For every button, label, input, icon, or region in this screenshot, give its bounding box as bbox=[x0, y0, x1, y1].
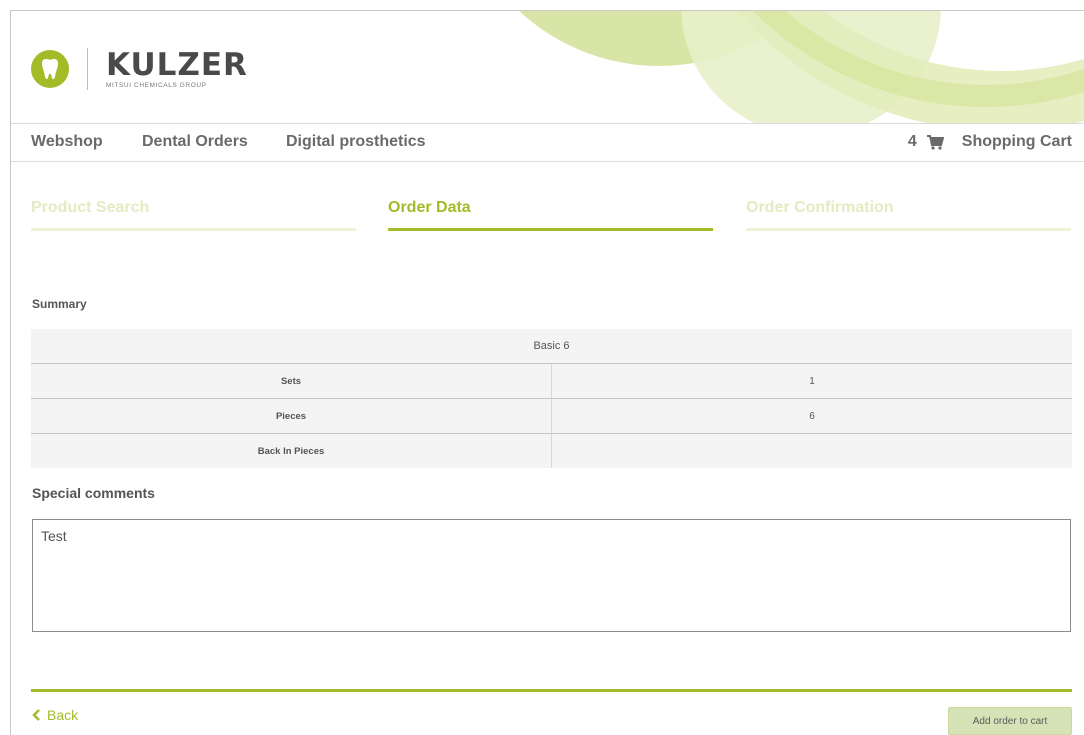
row-label: Back In Pieces bbox=[31, 433, 552, 468]
row-label: Pieces bbox=[31, 398, 552, 434]
step-order-data[interactable]: Order Data bbox=[388, 199, 713, 231]
comments-title: Special comments bbox=[32, 485, 155, 501]
back-label: Back bbox=[47, 707, 79, 723]
table-row: Sets 1 bbox=[31, 363, 1072, 399]
back-link[interactable]: Back bbox=[32, 707, 78, 723]
chevron-left-icon bbox=[32, 709, 40, 721]
step-label: Order Data bbox=[388, 199, 471, 216]
step-underline bbox=[746, 228, 1071, 231]
brand-logo[interactable]: KULZER MITSUI CHEMICALS GROUP bbox=[31, 48, 248, 90]
summary-title: Summary bbox=[32, 297, 87, 311]
header: KULZER MITSUI CHEMICALS GROUP bbox=[11, 11, 1084, 123]
row-label: Sets bbox=[31, 363, 552, 399]
cart-label: Shopping Cart bbox=[961, 133, 1072, 150]
logo-separator bbox=[87, 48, 88, 90]
add-order-to-cart-button[interactable]: Add order to cart bbox=[948, 707, 1072, 735]
step-product-search[interactable]: Product Search bbox=[31, 199, 356, 231]
nav-item-webshop[interactable]: Webshop bbox=[31, 133, 103, 151]
step-underline bbox=[31, 228, 356, 231]
table-row: Back In Pieces bbox=[31, 433, 1073, 469]
summary-header: Basic 6 bbox=[31, 329, 1072, 364]
step-underline bbox=[388, 228, 713, 231]
shopping-cart-icon bbox=[926, 134, 944, 150]
row-value bbox=[552, 434, 1073, 469]
nav-item-digital-prosthetics[interactable]: Digital prosthetics bbox=[286, 133, 426, 151]
step-order-confirmation[interactable]: Order Confirmation bbox=[746, 199, 1071, 231]
footer-divider bbox=[31, 689, 1072, 692]
special-comments-textarea[interactable]: Test bbox=[32, 519, 1071, 632]
main-nav: Webshop Dental Orders Digital prosthetic… bbox=[11, 123, 1084, 162]
table-row: Pieces 6 bbox=[31, 398, 1072, 434]
brand-subtitle: MITSUI CHEMICALS GROUP bbox=[106, 81, 207, 89]
step-label: Order Confirmation bbox=[746, 199, 894, 216]
cart-count: 4 bbox=[907, 133, 917, 150]
shopping-cart-link[interactable]: 4 Shopping Cart bbox=[908, 133, 1072, 151]
brand-name: KULZER bbox=[106, 46, 248, 83]
nav-item-dental-orders[interactable]: Dental Orders bbox=[142, 133, 248, 151]
tooth-logo-icon bbox=[31, 50, 69, 88]
summary-table: Basic 6 Sets 1 Pieces 6 Back In Pieces bbox=[31, 329, 1072, 468]
row-value: 1 bbox=[551, 363, 1072, 399]
row-value: 6 bbox=[551, 398, 1072, 434]
step-label: Product Search bbox=[31, 199, 150, 216]
